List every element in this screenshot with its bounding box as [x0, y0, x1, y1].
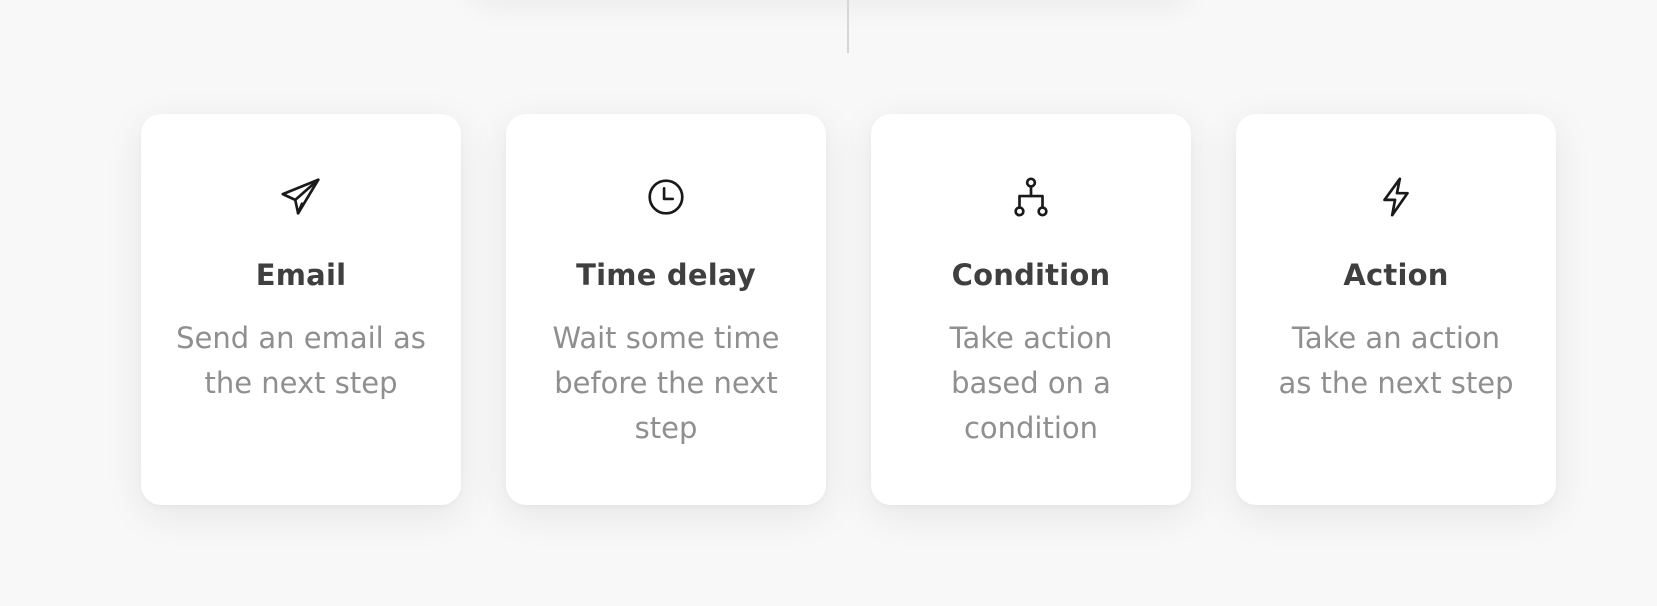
card-description: Take action based on a condition	[949, 321, 1113, 445]
card-title: Time delay	[576, 258, 756, 292]
connector-line	[847, 0, 849, 53]
step-options: Email Send an email as the next step Tim…	[141, 114, 1556, 505]
card-description: Wait some time before the next step	[552, 321, 780, 445]
clock-icon	[643, 174, 689, 220]
card-title: Condition	[951, 258, 1111, 292]
action-step-card[interactable]: Action Take an action as the next step	[1236, 114, 1556, 505]
paper-plane-icon	[278, 174, 324, 220]
card-title: Action	[1343, 258, 1449, 292]
email-step-card[interactable]: Email Send an email as the next step	[141, 114, 461, 505]
time-delay-step-card[interactable]: Time delay Wait some time before the nex…	[506, 114, 826, 505]
condition-step-card[interactable]: Condition Take action based on a conditi…	[871, 114, 1191, 505]
card-title: Email	[255, 258, 347, 292]
card-description: Take an action as the next step	[1278, 321, 1514, 400]
lightning-icon	[1373, 174, 1419, 220]
card-description: Send an email as the next step	[176, 321, 426, 400]
branch-icon	[1008, 174, 1054, 220]
